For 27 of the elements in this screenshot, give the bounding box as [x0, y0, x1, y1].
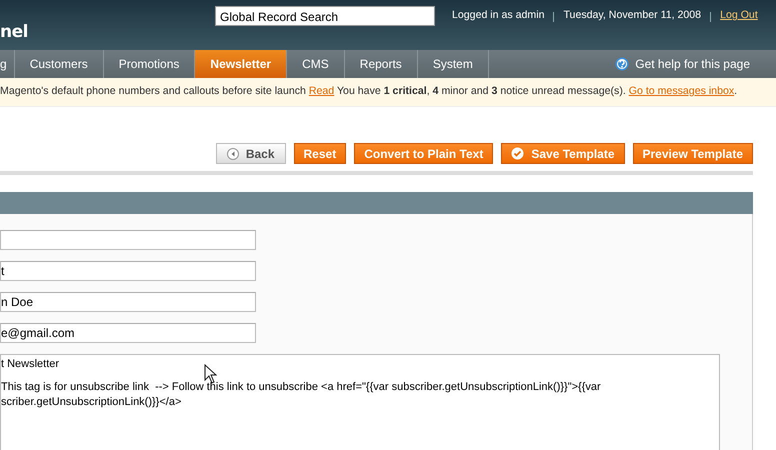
input-field[interactable]: t: [0, 261, 256, 281]
template-text-line: scriber.getUnsubscriptionLink()}}</a>: [1, 395, 182, 410]
read-link[interactable]: Read: [308, 85, 334, 97]
back-icon: [226, 148, 239, 160]
help-link[interactable]: Get help for this page: [635, 57, 750, 71]
inbox-link[interactable]: Go to messages inbox: [628, 85, 734, 97]
template-text-line: t Newsletter: [1, 357, 60, 372]
action-button[interactable]: Preview Template: [632, 143, 753, 164]
template-text-line: This tag is for unsubscribe link --> Follow this link to unsubscribe <a href="{{var subscriber.getUnsubscriptionLink()}}">{{var: [1, 380, 602, 395]
user-label: Logged in as admin: [452, 9, 544, 22]
check-icon: [511, 147, 524, 160]
nav-tab[interactable]: Newsletter: [195, 50, 288, 78]
save-button[interactable]: Save Template: [501, 143, 624, 164]
template-text-area[interactable]: t Newsletter This tag is for unsubscribe link --> Follow this link to unsubscribe <a href="{{var subscriber.getUnsubscriptionLink()}}">{{var scriber.getUnsubscriptionLink()}}</a>: [0, 354, 720, 450]
input-field[interactable]: n Doe: [0, 292, 256, 312]
input-field[interactable]: [0, 230, 256, 250]
input-field[interactable]: e@gmail.com: [0, 323, 256, 343]
help-icon: [615, 57, 630, 71]
logo-text: nel: [0, 22, 28, 42]
action-button[interactable]: Reset: [294, 143, 346, 164]
notice-message: Magento's default phone numbers and callouts before site launch Read You have 1 critical, 4 minor and 3 notice unread message(s). Go to messages inbox.: [0, 84, 738, 97]
action-button[interactable]: Convert to Plain Text: [354, 143, 494, 164]
search-field[interactable]: Global Record Search: [215, 6, 435, 26]
logout-link[interactable]: Log Out: [720, 9, 758, 22]
date-label: Tuesday, November 11, 2008: [563, 9, 702, 22]
back-button[interactable]: Back: [216, 143, 286, 164]
mouse-pointer-icon: [204, 364, 217, 384]
